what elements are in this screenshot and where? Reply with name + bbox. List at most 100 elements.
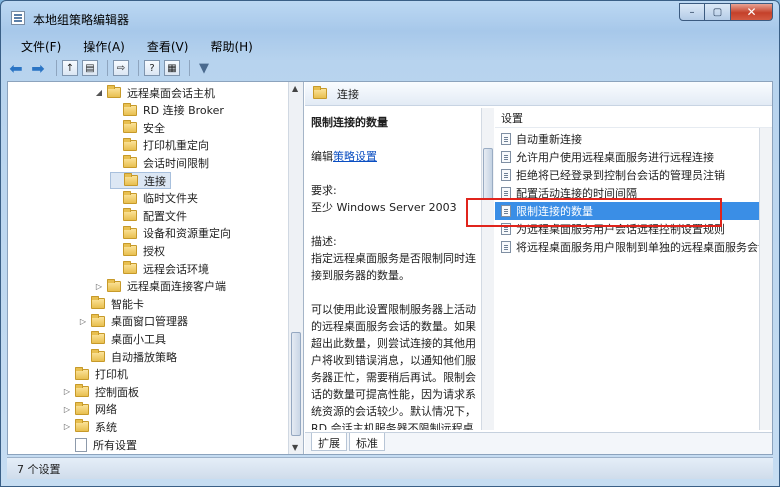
tree-item[interactable]: 授权 bbox=[110, 242, 165, 259]
title-bar: 本地组策略编辑器 – ▢ ✕ bbox=[1, 1, 779, 33]
edit-policy-link[interactable]: 策略设置 bbox=[333, 150, 377, 163]
expander-icon[interactable]: ▷ bbox=[62, 422, 72, 431]
tree-item[interactable]: 桌面小工具 bbox=[78, 330, 166, 347]
setting-item[interactable]: 将远程桌面服务用户限制到单独的远程桌面服务会话 bbox=[495, 238, 772, 256]
close-button[interactable]: ✕ bbox=[731, 3, 773, 21]
show-tree-icon[interactable]: ▤ bbox=[82, 60, 98, 76]
expander-icon[interactable]: ▷ bbox=[62, 405, 72, 414]
tree-item[interactable]: 临时文件夹 bbox=[110, 190, 198, 207]
folder-icon bbox=[75, 366, 89, 380]
tree-item-label: 桌面窗口管理器 bbox=[111, 315, 188, 329]
tab-extended[interactable]: 扩展 bbox=[311, 433, 347, 451]
window-title: 本地组策略编辑器 bbox=[33, 13, 130, 27]
tree-item-label: 桌面小工具 bbox=[111, 332, 166, 346]
folder-icon bbox=[75, 401, 89, 415]
tree-item-label: 远程桌面连接客户端 bbox=[127, 280, 226, 294]
tab-standard[interactable]: 标准 bbox=[349, 433, 385, 451]
tree-item[interactable]: ▷ 远程桌面连接客户端 bbox=[94, 278, 226, 295]
menu-action[interactable]: 操作(A) bbox=[69, 35, 133, 55]
tree-item[interactable]: ▷ 桌面窗口管理器 bbox=[78, 313, 188, 330]
tree-scrollbar[interactable]: ▲ ▼ bbox=[288, 82, 303, 454]
folder-icon bbox=[107, 85, 121, 98]
tree-item-label: RD 连接 Broker bbox=[143, 104, 224, 118]
maximize-button[interactable]: ▢ bbox=[705, 3, 731, 21]
folder-icon bbox=[75, 384, 89, 398]
folder-icon bbox=[75, 419, 89, 433]
menu-view[interactable]: 查看(V) bbox=[133, 35, 197, 55]
folder-icon bbox=[313, 86, 327, 99]
filter-icon[interactable]: ▼ bbox=[195, 59, 213, 77]
gpedit-window: 本地组策略编辑器 – ▢ ✕ 文件(F) 操作(A) 查看(V) 帮助(H) ⬅… bbox=[0, 0, 780, 487]
setting-item[interactable]: 拒绝将已经登录到控制台会话的管理员注销 bbox=[495, 166, 772, 184]
settings-list: 自动重新连接允许用户使用远程桌面服务进行远程连接 拒绝将已经登录到控制台会话的管理… bbox=[495, 130, 772, 256]
export-list-icon[interactable]: ⇨ bbox=[113, 60, 129, 76]
expander-icon[interactable]: ▷ bbox=[78, 317, 88, 326]
tree-item[interactable]: ◢ 远程桌面会话主机 bbox=[94, 84, 215, 101]
tree-item[interactable]: 设备和资源重定向 bbox=[110, 225, 231, 242]
tree-item[interactable]: 自动播放策略 bbox=[78, 348, 177, 365]
tree-item[interactable]: 所有设置 bbox=[62, 436, 137, 453]
tree-item[interactable]: RD 连接 Broker bbox=[110, 102, 224, 119]
tree-item-label: 授权 bbox=[143, 244, 165, 258]
folder-icon bbox=[91, 313, 105, 327]
edit-policy-line: 编辑策略设置 bbox=[311, 150, 377, 163]
setting-item[interactable]: 允许用户使用远程桌面服务进行远程连接 bbox=[495, 148, 772, 166]
menu-help[interactable]: 帮助(H) bbox=[196, 35, 260, 55]
detail-pane: 连接 限制连接的数量 编辑策略设置 要求: 至少 Windows Server … bbox=[305, 82, 772, 454]
tree-item-label: 智能卡 bbox=[111, 297, 144, 311]
tree-item-label: 临时文件夹 bbox=[143, 192, 198, 206]
status-bar: 7 个设置 bbox=[7, 457, 773, 479]
folder-icon bbox=[124, 173, 138, 186]
expander-icon[interactable]: ▷ bbox=[94, 282, 104, 291]
minimize-button[interactable]: – bbox=[679, 3, 705, 21]
properties-icon[interactable]: ▦ bbox=[164, 60, 180, 76]
tree-item-label: 远程会话环境 bbox=[143, 262, 209, 276]
tree-item-label: 自动播放策略 bbox=[111, 350, 177, 364]
forward-arrow-icon[interactable]: ➡ bbox=[29, 59, 47, 78]
tree-item[interactable]: 远程会话环境 bbox=[110, 260, 209, 277]
view-tabs: 扩展 标准 bbox=[305, 432, 772, 454]
tree-item-label: 打印机重定向 bbox=[143, 139, 209, 153]
tree-item[interactable]: 智能卡 bbox=[78, 295, 144, 312]
setting-label: 自动重新连接 bbox=[516, 133, 582, 146]
tree-item-label: 安全 bbox=[143, 121, 165, 135]
tree-item[interactable]: 连接 bbox=[110, 172, 171, 189]
tree-item[interactable]: ▷ 网络 bbox=[62, 401, 117, 418]
description-more: 可以使用此设置限制服务器上活动的远程桌面服务会话的数量。如果超出此数量，则尝试连… bbox=[311, 303, 476, 430]
expander-icon[interactable]: ◢ bbox=[94, 88, 104, 97]
up-folder-icon[interactable]: ↑ bbox=[62, 60, 78, 76]
folder-icon bbox=[123, 137, 137, 151]
folder-icon bbox=[123, 225, 137, 239]
settings-scrollbar[interactable] bbox=[759, 128, 772, 430]
folder-icon bbox=[91, 331, 105, 345]
setting-item[interactable]: 自动重新连接 bbox=[495, 130, 772, 148]
folder-icon bbox=[123, 102, 137, 116]
setting-label: 允许用户使用远程桌面服务进行远程连接 bbox=[516, 151, 714, 164]
policy-setting-icon bbox=[501, 133, 511, 145]
tree-item[interactable]: 打印机 bbox=[62, 366, 128, 383]
tree-item[interactable]: 会话时间限制 bbox=[110, 154, 209, 171]
setting-label: 拒绝将已经登录到控制台会话的管理员注销 bbox=[516, 169, 725, 182]
scroll-down-icon[interactable]: ▼ bbox=[292, 443, 298, 452]
tree-item-label: 设备和资源重定向 bbox=[143, 227, 231, 241]
tree-item[interactable]: ▷ 控制面板 bbox=[62, 383, 139, 400]
policy-setting-icon bbox=[501, 241, 511, 253]
tree-item[interactable]: 配置文件 bbox=[110, 207, 187, 224]
menu-file[interactable]: 文件(F) bbox=[7, 35, 69, 55]
highlight-annotation bbox=[466, 198, 722, 227]
tree-item[interactable]: 安全 bbox=[110, 119, 165, 136]
scroll-thumb[interactable] bbox=[291, 332, 301, 436]
policy-setting-icon bbox=[501, 169, 511, 181]
settings-column-header[interactable]: 设置 bbox=[495, 108, 772, 128]
tree-item[interactable]: 打印机重定向 bbox=[110, 137, 209, 154]
content-area: ◢ 远程桌面会话主机 RD 连接 Broker 安全 打印机重定向 会话时间限制 连接 临时文… bbox=[7, 81, 773, 455]
requirement-value: 至少 Windows Server 2003 bbox=[311, 201, 457, 214]
back-arrow-icon[interactable]: ⬅ bbox=[7, 59, 25, 78]
expander-icon[interactable]: ▷ bbox=[62, 387, 72, 396]
description-scrollbar[interactable] bbox=[481, 108, 494, 430]
tree-item[interactable]: ▷ 系统 bbox=[62, 418, 117, 435]
menu-bar: 文件(F) 操作(A) 查看(V) 帮助(H) bbox=[7, 35, 261, 55]
scroll-up-icon[interactable]: ▲ bbox=[292, 84, 298, 93]
help-icon[interactable]: ? bbox=[144, 60, 160, 76]
detail-header: 连接 bbox=[305, 82, 772, 106]
